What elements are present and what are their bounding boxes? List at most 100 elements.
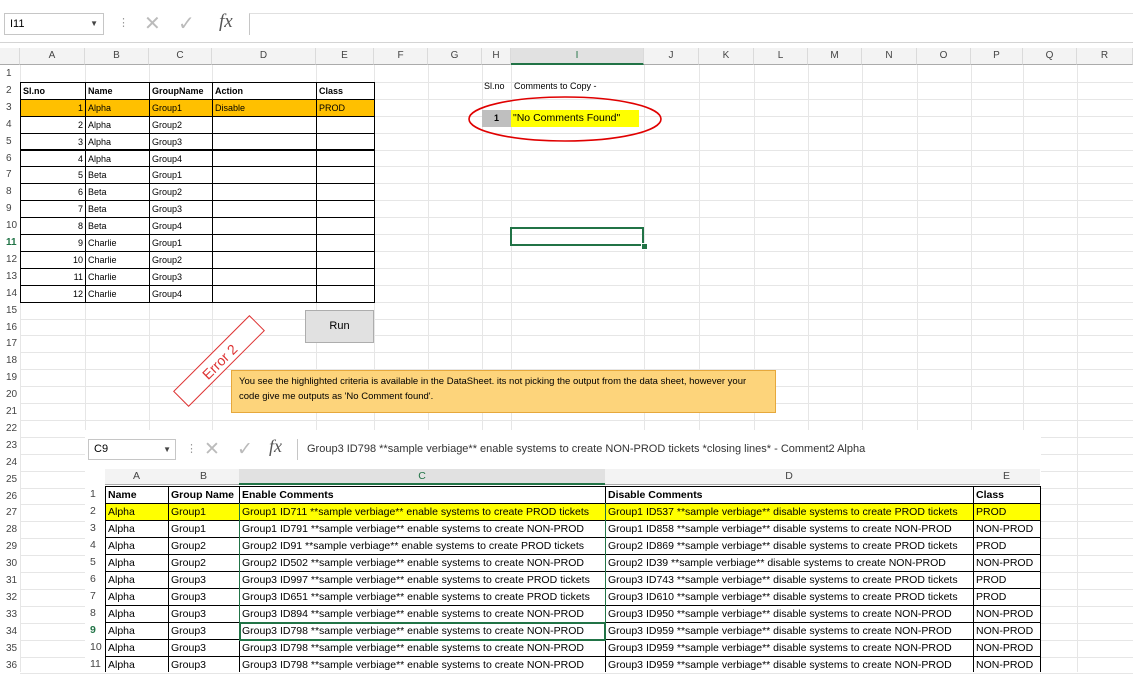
- table-cell[interactable]: 3: [20, 132, 86, 151]
- table-cell[interactable]: Alpha: [85, 115, 150, 134]
- row-header-15[interactable]: 15: [0, 301, 20, 319]
- table-cell[interactable]: [212, 267, 317, 286]
- table-cell[interactable]: 4: [20, 149, 86, 168]
- name-box[interactable]: I11 ▼: [4, 13, 104, 35]
- table-cell[interactable]: [316, 250, 375, 269]
- table-cell[interactable]: [316, 149, 375, 168]
- column-header-G[interactable]: G: [428, 48, 482, 65]
- row-header-24[interactable]: 24: [0, 453, 20, 471]
- fill-handle[interactable]: [641, 243, 648, 250]
- column-header-B[interactable]: B: [85, 48, 149, 65]
- table-cell[interactable]: 7: [20, 200, 86, 219]
- table-cell[interactable]: Beta: [85, 183, 150, 202]
- row-header-21[interactable]: 21: [0, 403, 20, 420]
- table-cell[interactable]: [316, 217, 375, 235]
- row-header-14[interactable]: 14: [0, 284, 20, 302]
- row-header-16[interactable]: 16: [0, 318, 20, 336]
- row-header-11[interactable]: 11: [0, 234, 20, 251]
- column-header-D[interactable]: D: [212, 48, 316, 65]
- row-header-8[interactable]: 8: [0, 183, 20, 201]
- row-header-1[interactable]: 1: [0, 65, 20, 82]
- table-cell[interactable]: [212, 284, 317, 303]
- table-cell[interactable]: [212, 250, 317, 269]
- selected-cell-I11[interactable]: [510, 227, 644, 246]
- table-cell[interactable]: Alpha: [85, 98, 150, 117]
- row-header-30[interactable]: 30: [0, 555, 20, 573]
- row-header-28[interactable]: 28: [0, 521, 20, 539]
- table-cell[interactable]: [212, 234, 317, 252]
- row-header-36[interactable]: 36: [0, 656, 20, 674]
- table-cell[interactable]: Beta: [85, 217, 150, 235]
- table-header-cell[interactable]: GroupName: [149, 81, 213, 100]
- enter-icon[interactable]: ✓: [178, 13, 195, 35]
- table-cell[interactable]: [212, 149, 317, 168]
- table-cell[interactable]: [316, 183, 375, 202]
- column-header-N[interactable]: N: [862, 48, 917, 65]
- cancel-icon[interactable]: ✕: [144, 13, 161, 35]
- row-header-22[interactable]: 22: [0, 419, 20, 437]
- table-cell[interactable]: Group3: [149, 132, 213, 151]
- row-header-20[interactable]: 20: [0, 386, 20, 404]
- table-cell[interactable]: Group1: [149, 234, 213, 252]
- table-cell[interactable]: 6: [20, 183, 86, 202]
- row-header-26[interactable]: 26: [0, 487, 20, 505]
- table-cell[interactable]: [212, 115, 317, 134]
- table-cell[interactable]: Beta: [85, 166, 150, 185]
- run-button[interactable]: Run: [305, 310, 374, 343]
- row-header-19[interactable]: 19: [0, 369, 20, 387]
- table-cell[interactable]: [316, 234, 375, 252]
- table-cell[interactable]: 9: [20, 234, 86, 252]
- column-header-M[interactable]: M: [808, 48, 862, 65]
- column-header-P[interactable]: P: [971, 48, 1023, 65]
- table-cell[interactable]: [316, 267, 375, 286]
- table-header-cell[interactable]: Name: [85, 81, 150, 100]
- table-cell[interactable]: Group4: [149, 149, 213, 168]
- column-header-K[interactable]: K: [699, 48, 754, 65]
- table-cell[interactable]: 10: [20, 250, 86, 269]
- row-header-25[interactable]: 25: [0, 470, 20, 488]
- fx-icon[interactable]: fx: [219, 11, 233, 33]
- select-all-corner[interactable]: [0, 48, 20, 65]
- column-header-O[interactable]: O: [917, 48, 971, 65]
- table-cell[interactable]: Charlie: [85, 267, 150, 286]
- table-cell[interactable]: Group1: [149, 98, 213, 117]
- table-cell[interactable]: Group2: [149, 115, 213, 134]
- row-header-29[interactable]: 29: [0, 538, 20, 556]
- row-header-31[interactable]: 31: [0, 572, 20, 589]
- table-cell[interactable]: 5: [20, 166, 86, 185]
- column-header-H[interactable]: H: [482, 48, 511, 65]
- table-cell[interactable]: 11: [20, 267, 86, 286]
- table-cell[interactable]: 2: [20, 115, 86, 134]
- row-header-13[interactable]: 13: [0, 267, 20, 285]
- row-header-4[interactable]: 4: [0, 115, 20, 133]
- table-cell[interactable]: [316, 166, 375, 185]
- row-header-35[interactable]: 35: [0, 639, 20, 657]
- row-header-18[interactable]: 18: [0, 352, 20, 370]
- column-header-C[interactable]: C: [149, 48, 212, 65]
- row-header-2[interactable]: 2: [0, 81, 20, 99]
- table-cell[interactable]: [316, 284, 375, 303]
- table-header-cell[interactable]: Action: [212, 81, 317, 100]
- table-cell[interactable]: 12: [20, 284, 86, 303]
- column-header-Q[interactable]: Q: [1023, 48, 1077, 65]
- table-cell[interactable]: Group2: [149, 183, 213, 202]
- table-cell[interactable]: Disable: [212, 98, 317, 117]
- table-cell[interactable]: [316, 115, 375, 134]
- table-cell[interactable]: [316, 132, 375, 151]
- table-cell[interactable]: [212, 183, 317, 202]
- row-header-5[interactable]: 5: [0, 132, 20, 150]
- table-cell[interactable]: [212, 166, 317, 185]
- table-cell[interactable]: Group4: [149, 284, 213, 303]
- table-cell[interactable]: Charlie: [85, 284, 150, 303]
- row-header-23[interactable]: 23: [0, 436, 20, 454]
- table-cell[interactable]: 8: [20, 217, 86, 235]
- row-header-27[interactable]: 27: [0, 504, 20, 522]
- table-cell[interactable]: Alpha: [85, 132, 150, 151]
- table-cell[interactable]: [212, 200, 317, 219]
- table-cell[interactable]: [212, 132, 317, 151]
- table-cell[interactable]: 1: [20, 98, 86, 117]
- column-header-I[interactable]: I: [511, 48, 644, 65]
- table-cell[interactable]: Charlie: [85, 234, 150, 252]
- column-header-R[interactable]: R: [1077, 48, 1133, 65]
- column-header-J[interactable]: J: [644, 48, 699, 65]
